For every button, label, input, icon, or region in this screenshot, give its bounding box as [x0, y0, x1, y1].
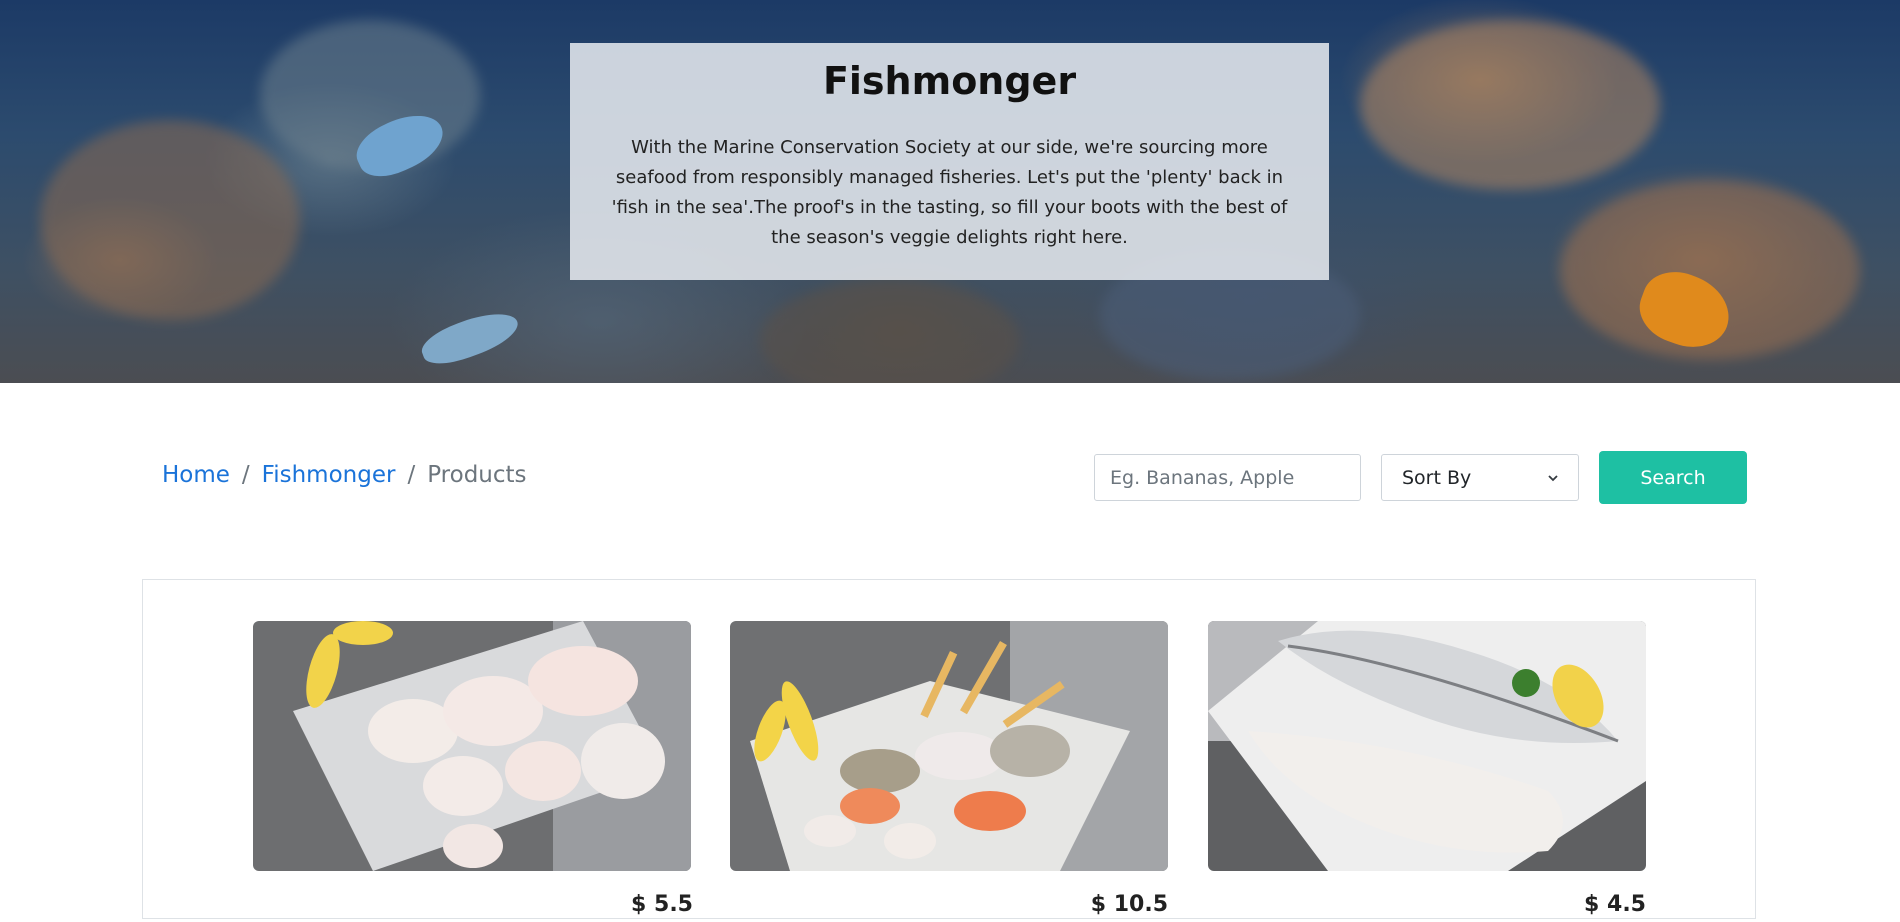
fish-shape	[416, 303, 524, 373]
coral-shape	[40, 120, 300, 320]
product-image-3[interactable]	[1208, 621, 1646, 871]
sort-select[interactable]: Sort By	[1381, 454, 1579, 501]
product-image-2[interactable]	[730, 621, 1168, 871]
product-price-2: $ 10.5	[1090, 892, 1168, 917]
breadcrumb: Home / Fishmonger / Products	[162, 458, 527, 492]
search-input[interactable]	[1094, 454, 1361, 501]
coral-shape	[1360, 20, 1660, 190]
page-title: Fishmonger	[822, 59, 1077, 103]
hero-description: With the Marine Conservation Society at …	[611, 137, 1288, 248]
search-button[interactable]: Search	[1599, 451, 1747, 504]
breadcrumb-current: Products	[427, 462, 527, 488]
breadcrumb-fishmonger-link[interactable]: Fishmonger	[262, 462, 396, 488]
sort-select-value: Sort By	[1402, 466, 1472, 489]
products-grid: $ 5.5 $ 10.5 $ 4.5	[142, 579, 1756, 919]
hero-text-box: Fishmonger With the Marine Conservation …	[570, 43, 1329, 280]
breadcrumb-home-link[interactable]: Home	[162, 462, 230, 488]
white-fish-chunks-photo	[253, 621, 691, 871]
fish-skewers-photo	[730, 621, 1168, 871]
product-price-3: $ 4.5	[1584, 892, 1646, 917]
white-fish-fillet-photo	[1208, 621, 1646, 871]
coral-shape	[760, 280, 1020, 383]
breadcrumb-separator: /	[407, 462, 416, 488]
breadcrumb-separator: /	[241, 462, 250, 488]
chevron-down-icon	[1548, 474, 1558, 481]
product-price-1: $ 5.5	[631, 892, 693, 917]
product-image-1[interactable]	[253, 621, 691, 871]
hero-banner: Fishmonger With the Marine Conservation …	[0, 0, 1900, 383]
